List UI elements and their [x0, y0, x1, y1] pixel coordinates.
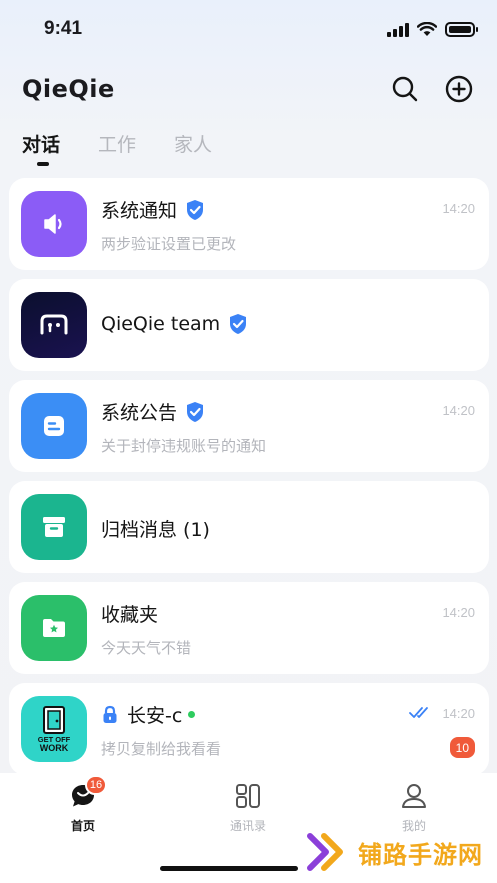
chat-name-row: 系统公告 — [101, 398, 205, 425]
tab-label: 对话 — [22, 134, 61, 156]
status-bar: 9:41 — [0, 0, 497, 60]
verified-badge-icon — [230, 314, 247, 334]
tab-label: 工作 — [98, 134, 137, 156]
status-icons — [387, 22, 478, 37]
avatar — [21, 494, 87, 560]
unread-count-badge: 10 — [449, 737, 475, 758]
conversation-tabs: 对话 工作 家人 — [22, 130, 212, 166]
status-time: 9:41 — [44, 18, 83, 39]
chat-name-row: 收藏夹 — [101, 600, 158, 627]
chat-time: 14:20 — [442, 605, 475, 620]
chat-preview: 拷贝复制给我看看 — [101, 740, 222, 758]
chat-preview: 今天天气不错 — [101, 639, 192, 657]
tab-label: 首页 — [70, 819, 95, 833]
tab-label: 通讯录 — [229, 819, 266, 833]
lock-icon — [103, 705, 117, 723]
tab-icon-wrap: 16 — [68, 775, 107, 811]
cellular-signal-icon — [387, 22, 409, 37]
tab-profile[interactable]: 我的 — [354, 781, 474, 834]
chat-item-changan-c[interactable]: GET OFF WORK 长安-c 拷贝复制给我看看 14:20 10 — [9, 683, 489, 775]
contacts-grid-icon — [236, 784, 260, 808]
chat-name: 收藏夹 — [101, 604, 159, 626]
chat-item-system-notice[interactable]: 系统通知 两步验证设置已更改 14:20 — [9, 178, 489, 270]
speaker-icon — [44, 214, 62, 234]
tab-label: 家人 — [174, 134, 213, 156]
search-icon — [392, 76, 418, 102]
verified-badge-icon — [187, 199, 204, 220]
search-button[interactable] — [390, 74, 420, 104]
avatar: GET OFF WORK — [21, 696, 87, 762]
chat-name: 系统通知 — [101, 200, 178, 222]
chat-name-row: QieQie team — [101, 313, 248, 335]
avatar — [21, 292, 87, 358]
home-indicator[interactable] — [160, 866, 298, 871]
chat-item-system-announcement[interactable]: 系统公告 关于封停违规账号的通知 14:20 — [9, 380, 489, 472]
read-double-check-icon — [409, 707, 428, 718]
tab-icon-wrap — [233, 781, 263, 811]
tab-home[interactable]: 16 首页 — [23, 775, 143, 834]
avatar — [21, 595, 87, 661]
tab-conversations[interactable]: 对话 — [22, 130, 61, 166]
battery-icon — [445, 22, 478, 37]
chat-preview: 两步验证设置已更改 — [101, 235, 237, 253]
tab-family[interactable]: 家人 — [174, 130, 212, 157]
chat-name-row: 系统通知 — [101, 196, 205, 223]
folder-star-icon — [43, 619, 65, 637]
chat-name-row: 长安-c — [101, 701, 196, 728]
add-button[interactable] — [444, 74, 474, 104]
get-off-work-sticker-icon: GET OFF WORK — [38, 706, 71, 753]
chat-time: 14:20 — [442, 201, 475, 216]
chat-item-favorites[interactable]: 收藏夹 今天天气不错 14:20 — [9, 582, 489, 674]
chevron-logo-icon — [307, 833, 343, 871]
tab-work[interactable]: 工作 — [98, 130, 136, 157]
verified-badge-icon — [187, 401, 204, 422]
app-title: QieQie — [22, 75, 115, 103]
sticker-text-work: WORK — [40, 743, 69, 753]
chat-name: 长安-c — [127, 705, 183, 727]
online-status-dot — [188, 711, 196, 718]
chat-name: QieQie team — [101, 313, 221, 335]
chat-name: 系统公告 — [101, 402, 178, 424]
avatar — [21, 191, 87, 257]
user-icon — [402, 784, 426, 808]
app-header: QieQie — [0, 70, 497, 110]
avatar — [21, 393, 87, 459]
chat-time: 14:20 — [442, 706, 475, 721]
wifi-icon — [417, 22, 437, 36]
announcement-icon — [44, 416, 64, 436]
chat-name: 归档消息 (1) — [101, 519, 210, 541]
watermark: 铺路手游网 — [306, 832, 483, 872]
tab-contacts[interactable]: 通讯录 — [188, 781, 308, 834]
tab-active-indicator — [37, 162, 49, 166]
chat-name-row: 归档消息 (1) — [101, 515, 210, 542]
chat-item-archived-messages[interactable]: 归档消息 (1) — [9, 481, 489, 573]
tab-badge: 16 — [85, 775, 107, 795]
chat-time: 14:20 — [442, 403, 475, 418]
plus-circle-icon — [445, 75, 473, 103]
tab-icon-wrap — [399, 781, 429, 811]
qieqie-logo-icon — [40, 314, 68, 335]
chat-item-qieqie-team[interactable]: QieQie team — [9, 279, 489, 371]
watermark-text: 铺路手游网 — [358, 840, 483, 869]
chat-preview: 关于封停违规账号的通知 — [101, 437, 267, 455]
archive-box-icon — [43, 517, 65, 537]
